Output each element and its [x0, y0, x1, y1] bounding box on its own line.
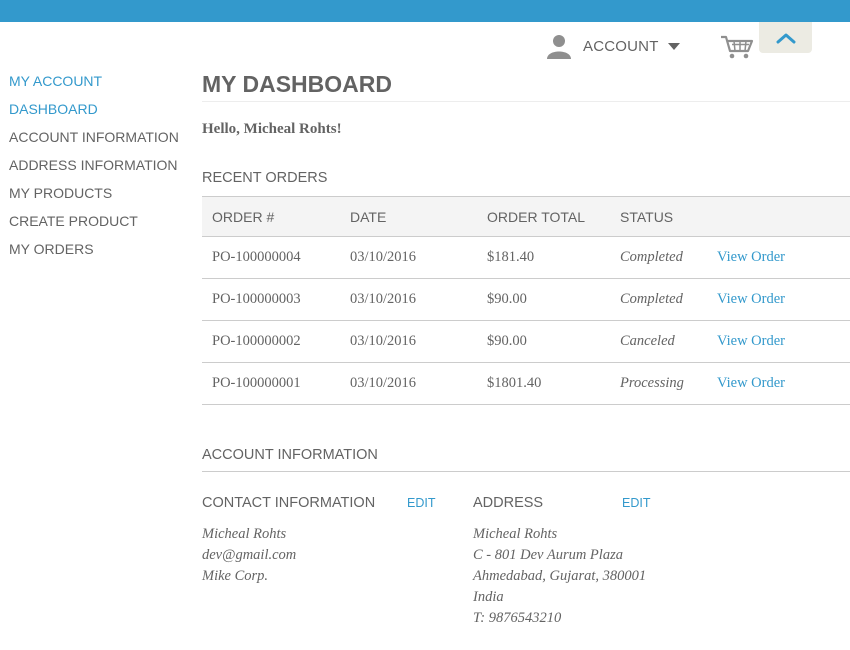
cart-icon[interactable]	[720, 34, 754, 60]
column-header-total: ORDER TOTAL	[477, 196, 610, 237]
order-total: $1801.40	[477, 362, 610, 405]
sidebar-item-address-information[interactable]: ADDRESS INFORMATION	[9, 156, 179, 184]
view-order-link[interactable]: View Order	[707, 236, 850, 279]
contact-company: Mike Corp.	[202, 568, 269, 584]
edit-address-button[interactable]: EDIT	[622, 496, 650, 510]
column-header-status: STATUS	[610, 196, 707, 237]
table-row: PO-100000004 03/10/2016 $181.40 Complete…	[202, 236, 850, 279]
order-date: 03/10/2016	[340, 236, 477, 279]
column-header-order: ORDER #	[202, 196, 340, 237]
table-row: PO-100000001 03/10/2016 $1801.40 Process…	[202, 362, 850, 405]
order-date: 03/10/2016	[340, 320, 477, 363]
sidebar-item-my-orders[interactable]: MY ORDERS	[9, 240, 179, 268]
caret-down-icon	[667, 43, 680, 50]
table-row: PO-100000003 03/10/2016 $90.00 Completed…	[202, 278, 850, 321]
user-icon	[547, 35, 571, 59]
sidebar-item-create-product[interactable]: CREATE PRODUCT	[9, 212, 179, 240]
address-country: India	[473, 589, 504, 605]
contact-information-heading: CONTACT INFORMATION	[202, 495, 376, 511]
view-order-link[interactable]: View Order	[707, 362, 850, 405]
column-header-action	[707, 196, 850, 237]
order-number: PO-100000004	[202, 236, 340, 279]
account-sidebar: MY ACCOUNT DASHBOARD ACCOUNT INFORMATION…	[9, 72, 179, 268]
address-city: Ahmedabad, Gujarat, 380001	[473, 568, 647, 584]
sidebar-item-my-products[interactable]: MY PRODUCTS	[9, 184, 179, 212]
address-phone: T: 9876543210	[473, 610, 562, 626]
contact-email: dev@gmail.com	[202, 547, 297, 563]
view-order-link[interactable]: View Order	[707, 320, 850, 363]
page-title: MY DASHBOARD	[202, 70, 850, 102]
recent-orders-table: ORDER # DATE ORDER TOTAL STATUS PO-10000…	[202, 196, 850, 405]
address-street: C - 801 Dev Aurum Plaza	[473, 547, 623, 563]
sidebar-item-account-information[interactable]: ACCOUNT INFORMATION	[9, 128, 179, 156]
order-status: Completed	[610, 278, 707, 321]
sidebar-title: MY ACCOUNT	[9, 73, 103, 89]
scroll-up-button[interactable]	[759, 22, 812, 53]
contact-name: Micheal Rohts	[202, 526, 287, 542]
table-row: PO-100000002 03/10/2016 $90.00 Canceled …	[202, 320, 850, 363]
order-total: $90.00	[477, 278, 610, 321]
address-name: Micheal Rohts	[473, 526, 558, 542]
column-header-date: DATE	[340, 196, 477, 237]
account-label: ACCOUNT	[583, 37, 659, 55]
order-status: Processing	[610, 362, 707, 405]
contact-information-block: CONTACT INFORMATION EDIT Micheal Rohts d…	[202, 494, 435, 587]
address-heading: ADDRESS	[473, 495, 544, 511]
table-header-row: ORDER # DATE ORDER TOTAL STATUS	[202, 196, 850, 237]
sidebar-item-dashboard[interactable]: DASHBOARD	[9, 100, 179, 128]
edit-contact-button[interactable]: EDIT	[407, 496, 435, 510]
order-status: Canceled	[610, 320, 707, 363]
order-number: PO-100000001	[202, 362, 340, 405]
order-date: 03/10/2016	[340, 362, 477, 405]
account-menu[interactable]: ACCOUNT	[545, 33, 680, 59]
top-bar	[0, 0, 850, 22]
order-number: PO-100000002	[202, 320, 340, 363]
view-order-link[interactable]: View Order	[707, 278, 850, 321]
dashboard-main: MY DASHBOARD Hello, Micheal Rohts! RECEN…	[202, 70, 850, 626]
order-date: 03/10/2016	[340, 278, 477, 321]
order-total: $181.40	[477, 236, 610, 279]
greeting: Hello, Micheal Rohts!	[202, 121, 342, 137]
recent-orders-heading: RECENT ORDERS	[202, 170, 328, 186]
address-block: ADDRESS EDIT Micheal Rohts C - 801 Dev A…	[473, 494, 650, 629]
chevron-up-icon	[776, 33, 795, 43]
order-status: Completed	[610, 236, 707, 279]
account-information-heading: ACCOUNT INFORMATION	[202, 447, 850, 472]
order-number: PO-100000003	[202, 278, 340, 321]
order-total: $90.00	[477, 320, 610, 363]
